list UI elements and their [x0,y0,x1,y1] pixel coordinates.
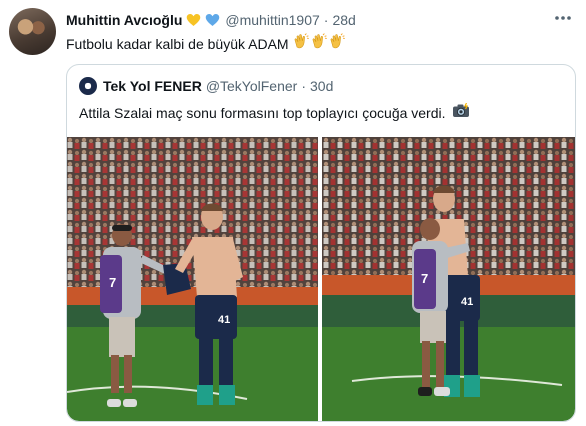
separator: · [323,12,329,28]
quoted-tweet-header: Tek Yol FENER @TekYolFener · 30d [79,76,333,96]
camera-flash-icon [452,102,470,124]
author-handle[interactable]: @muhittin1907 [225,12,319,28]
more-icon[interactable] [552,8,574,28]
clapping-hands-icon [293,33,310,55]
quoted-author-name[interactable]: Tek Yol FENER [103,78,202,94]
photo-hug[interactable]: 41 7 [322,137,575,421]
tweet-text: Futbolu kadar kalbi de büyük ADAM [66,33,346,55]
clapping-hands-icon [311,33,328,55]
quoted-tweet[interactable]: Tek Yol FENER @TekYolFener · 30d Attila … [66,64,576,422]
tweet-text-body: Futbolu kadar kalbi de büyük ADAM [66,36,289,52]
kid-number-right: 7 [421,271,428,286]
quoted-tweet-time[interactable]: 30d [310,78,333,94]
tweet-card[interactable]: Muhittin Avcıoğlu @muhittin1907 · 28d Fu… [0,0,586,426]
player-number-right: 41 [461,296,473,308]
yellow-heart-icon [186,13,201,27]
clapping-hands-icon [329,33,346,55]
photo-jersey-handover[interactable]: 7 41 [67,137,318,421]
player-number-left: 41 [218,314,230,326]
tweet-header: Muhittin Avcıoğlu @muhittin1907 · 28d [66,10,356,30]
author-name[interactable]: Muhittin Avcıoğlu [66,12,182,28]
author-avatar[interactable] [9,8,56,55]
blue-heart-icon [205,13,220,27]
separator: · [301,78,307,94]
quoted-tweet-text: Attila Szalai maç sonu formasını top top… [79,102,470,124]
tweet-time[interactable]: 28d [332,12,355,28]
quoted-author-handle[interactable]: @TekYolFener [206,78,298,94]
quoted-author-avatar[interactable] [79,77,97,95]
kid-number-left: 7 [109,275,116,290]
quoted-tweet-text-body: Attila Szalai maç sonu formasını top top… [79,105,446,121]
